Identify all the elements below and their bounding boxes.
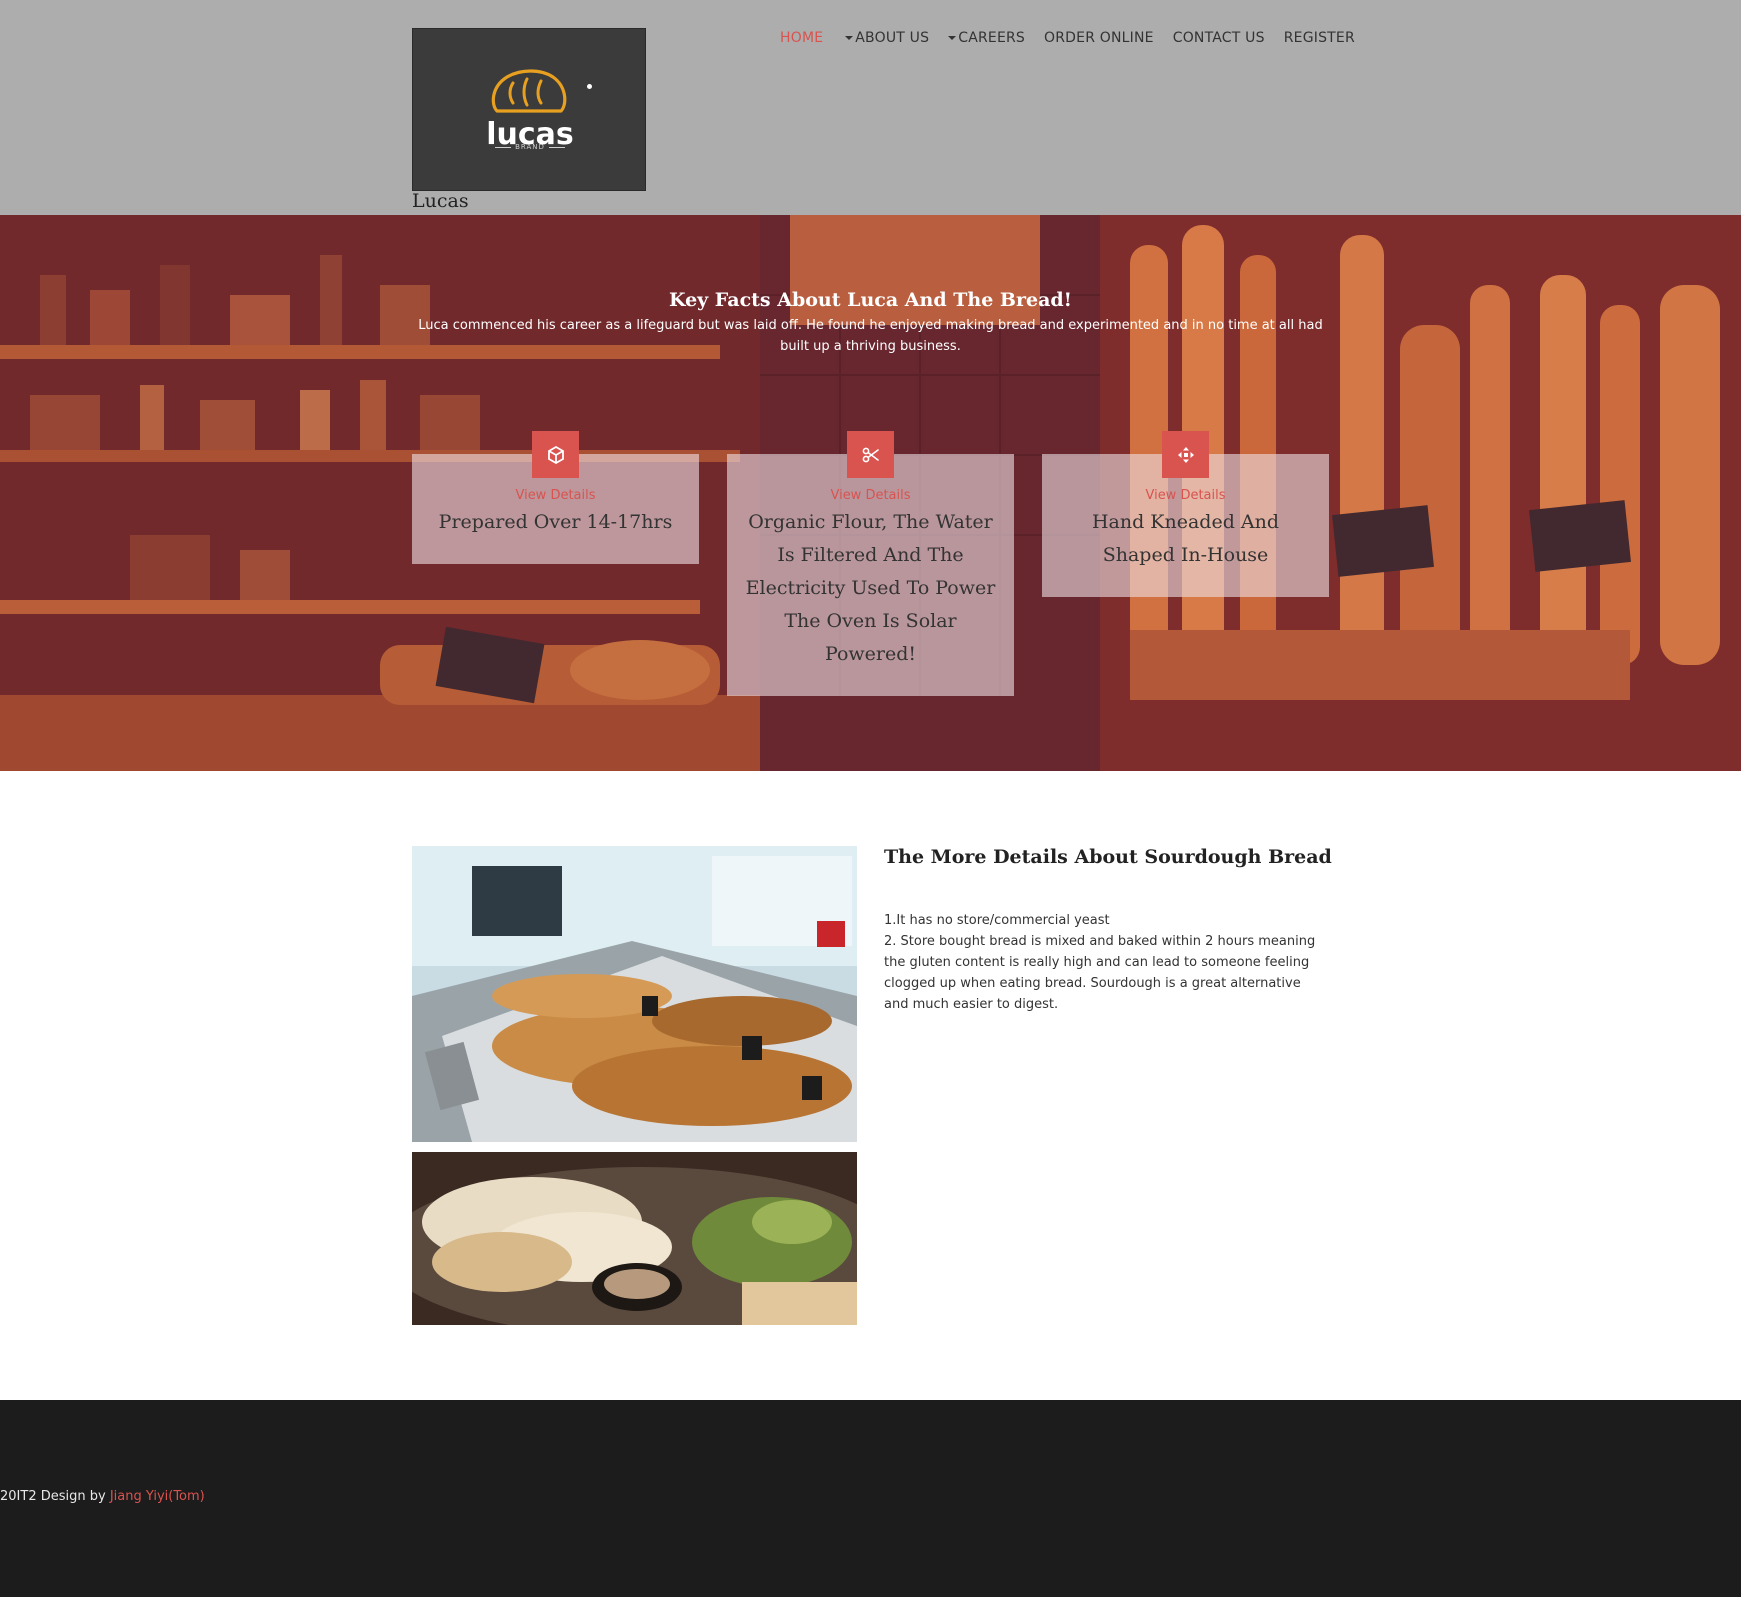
- card-title: Prepared Over 14-17hrs: [438, 511, 673, 533]
- about-point-2: 2. Store bought bread is mixed and baked…: [884, 934, 1316, 1012]
- hero-title: Key Facts About Luca And The Bread!: [668, 289, 1073, 311]
- hero-section: Key Facts About Luca And The Bread! Luca…: [0, 215, 1741, 771]
- footer-credit: 20IT2 Design by Jiang Yiyi(Tom): [0, 1489, 205, 1504]
- nav-label: ABOUT US: [855, 30, 930, 46]
- nav-label: REGISTER: [1283, 30, 1355, 46]
- logo[interactable]: lucas BRAND: [412, 28, 646, 191]
- logo-subtitle: BRAND: [413, 143, 647, 151]
- feature-card: View Details Prepared Over 14-17hrs: [412, 431, 699, 564]
- card-icon-tile: [1162, 431, 1209, 478]
- feature-card: View Details Hand Kneaded And Shaped In-…: [1042, 431, 1329, 597]
- nav-careers[interactable]: CAREERS: [948, 30, 1025, 46]
- main-nav: HOME ABOUT US CAREERS ORDER ONLINE CONTA…: [780, 30, 1374, 46]
- bakery-counter-image: [412, 846, 857, 1142]
- nav-home[interactable]: HOME: [780, 30, 823, 46]
- nav-label: HOME: [780, 30, 824, 46]
- scissors-icon: [862, 447, 879, 462]
- nav-label: ORDER ONLINE: [1044, 30, 1154, 46]
- bread-logo-icon: [491, 69, 567, 113]
- view-details-link[interactable]: View Details: [745, 488, 996, 503]
- bakery-counter-photo: [412, 846, 857, 1142]
- view-details-link[interactable]: View Details: [430, 488, 681, 503]
- card-title: Hand Kneaded And Shaped In-House: [1091, 511, 1280, 566]
- nav-order-online[interactable]: ORDER ONLINE: [1044, 30, 1154, 46]
- nav-register[interactable]: REGISTER: [1284, 30, 1355, 46]
- about-title: The More Details About Sourdough Bread: [884, 846, 1332, 868]
- caret-down-icon: [845, 36, 854, 40]
- footer-author-link[interactable]: Jiang Yiyi(Tom): [110, 1489, 205, 1504]
- feature-card: View Details Organic Flour, The Water Is…: [727, 431, 1014, 696]
- cube-icon: [547, 445, 564, 464]
- about-text: 1.It has no store/commercial yeast 2. St…: [884, 910, 1329, 1015]
- site-header: lucas BRAND Lucas HOME ABOUT US CAREERS …: [0, 0, 1741, 215]
- site-name: Lucas: [412, 190, 469, 212]
- food-plate-photo: [412, 1152, 857, 1325]
- hero-description: Luca commenced his career as a lifeguard…: [418, 318, 1323, 354]
- nav-about-us[interactable]: ABOUT US: [845, 30, 929, 46]
- caret-down-icon: [948, 36, 957, 40]
- card-icon-tile: [847, 431, 894, 478]
- about-point-1: 1.It has no store/commercial yeast: [884, 913, 1110, 928]
- card-title: Organic Flour, The Water Is Filtered And…: [745, 511, 996, 665]
- view-details-link[interactable]: View Details: [1060, 488, 1311, 503]
- nav-label: CAREERS: [958, 30, 1026, 46]
- nav-label: CONTACT US: [1172, 30, 1265, 46]
- move-arrows-icon: [1177, 446, 1194, 463]
- footer-prefix: 20IT2 Design by: [0, 1489, 110, 1504]
- site-footer: 20IT2 Design by Jiang Yiyi(Tom): [0, 1400, 1741, 1597]
- logo-dot: [587, 84, 592, 89]
- food-plate-image: [412, 1152, 857, 1325]
- nav-contact-us[interactable]: CONTACT US: [1173, 30, 1265, 46]
- card-icon-tile: [532, 431, 579, 478]
